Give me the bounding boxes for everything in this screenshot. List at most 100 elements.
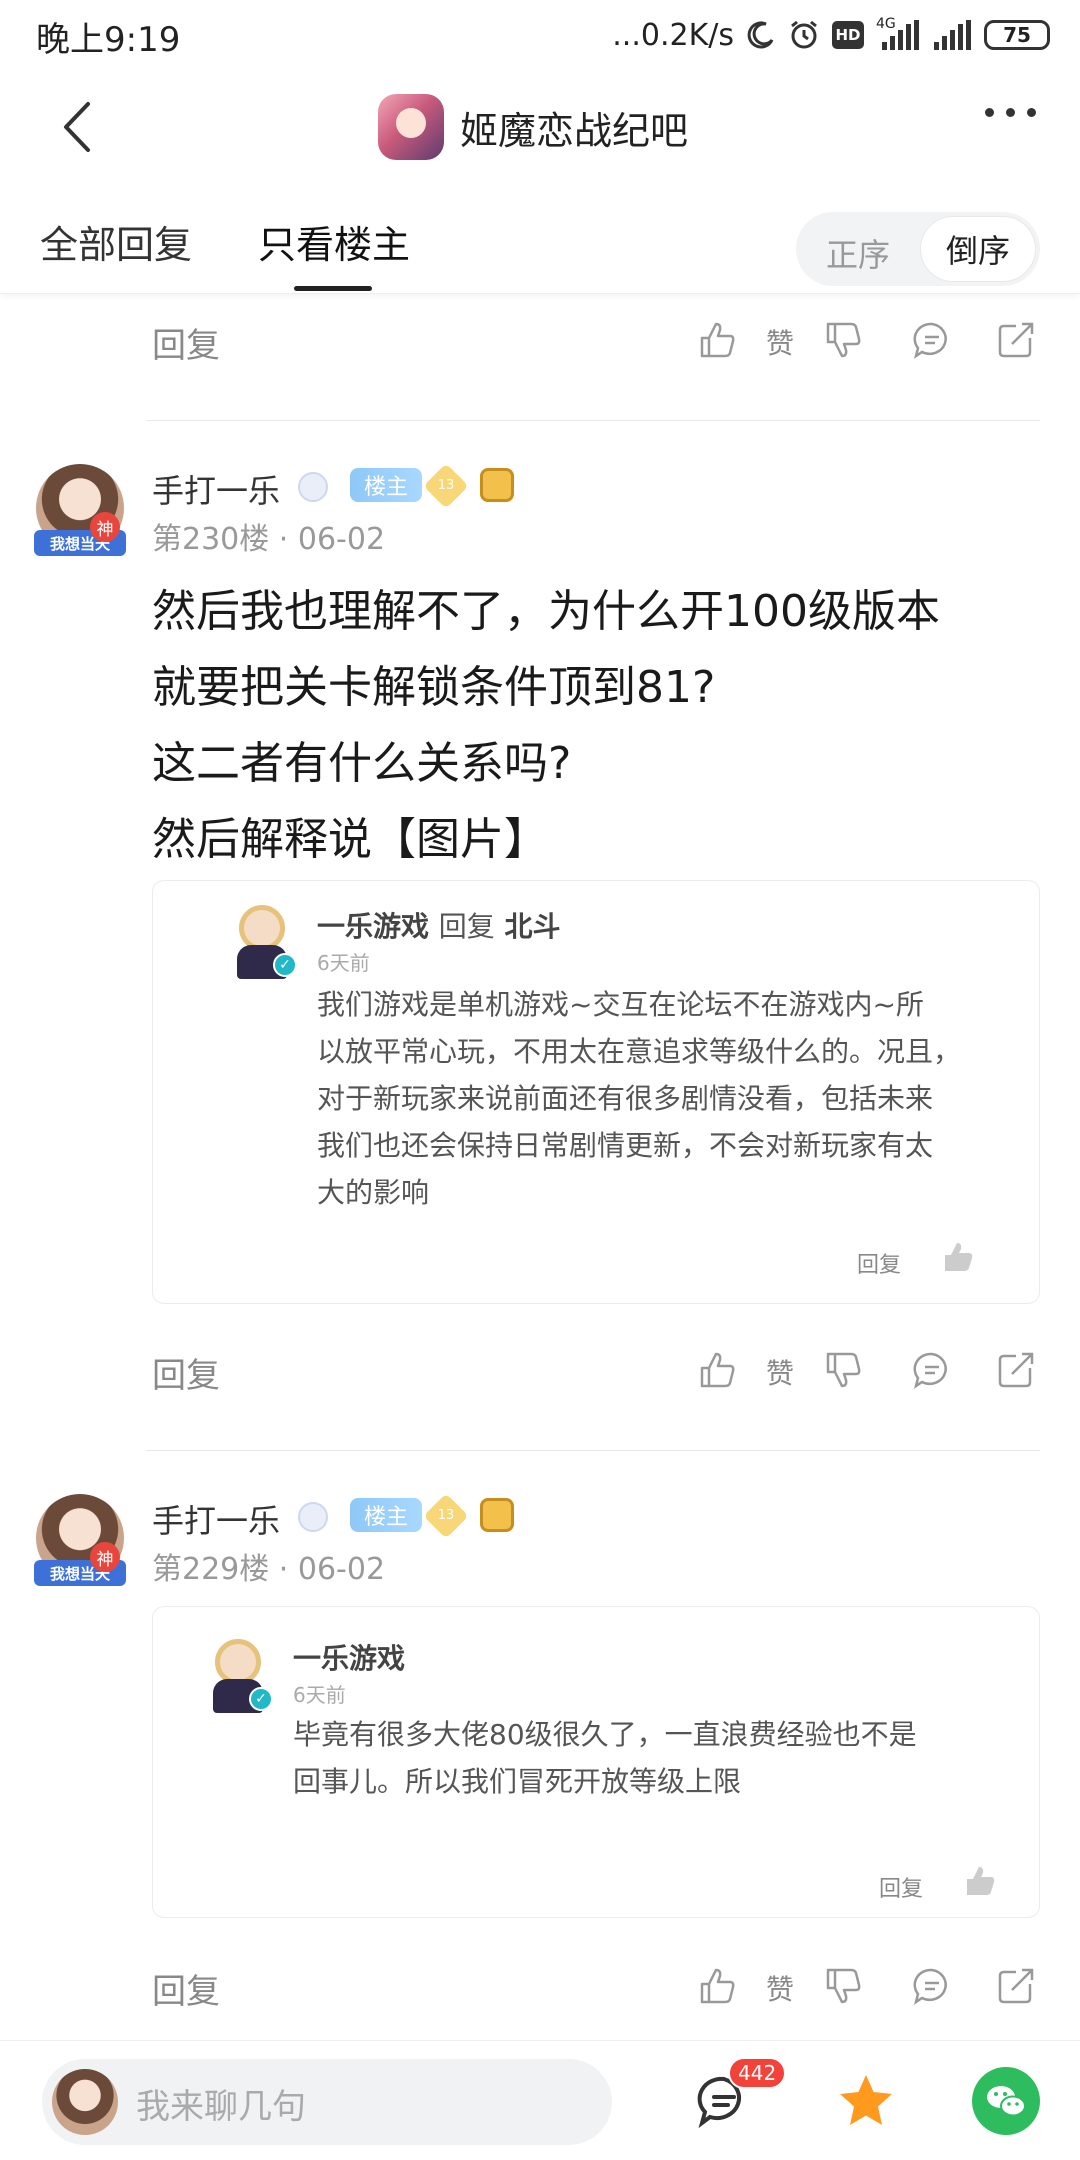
fan-level-icon <box>298 1502 328 1532</box>
tab-all-replies[interactable]: 全部回复 <box>40 214 192 269</box>
battery-icon: 75 <box>984 20 1050 50</box>
separator: · <box>269 522 298 557</box>
comment-input[interactable]: 我来聊几句 <box>42 2059 612 2145</box>
quoted-username: 一乐游戏 <box>293 1637 405 1677</box>
username[interactable]: 手打一乐 <box>152 466 280 512</box>
post-date: 06-02 <box>297 522 386 557</box>
post-line: 然后解释说【图片】 <box>152 814 548 865</box>
quoted-reply-label: 回复 <box>857 1253 902 1278</box>
post-line: 就要把关卡解锁条件顶到81? <box>152 662 716 713</box>
tab-owner-only[interactable]: 只看楼主 <box>258 214 410 269</box>
level-value: 13 <box>437 1508 455 1523</box>
comment-icon[interactable] <box>910 318 954 362</box>
more-options-button[interactable] <box>985 108 1036 117</box>
quoted-reply-image[interactable]: ✓ 一乐游戏 6天前 毕竟有很多大佬80级很久了，一直浪费经验也不是 回事儿。所… <box>152 1606 1040 1918</box>
like-label: 赞 <box>766 327 795 360</box>
quoted-time: 6天前 <box>293 1683 346 1707</box>
like-label: 赞 <box>766 1973 795 2006</box>
reply-target: 北斗 <box>504 910 561 943</box>
forum-title: 姬魔恋战纪吧 <box>460 108 689 153</box>
network-speed: ...0.2K/s <box>612 17 734 53</box>
alarm-icon <box>791 20 817 49</box>
network-label: 4G <box>876 16 896 32</box>
header: 姬魔恋战纪吧 <box>0 70 1080 184</box>
share-icon[interactable] <box>994 318 1038 362</box>
thumbs-up-icon[interactable] <box>696 1964 740 2008</box>
reply-button[interactable]: 回复 <box>152 1964 220 2013</box>
quoted-avatar: ✓ <box>203 1639 273 1713</box>
quoted-line: 对于新玩家来说前面还有很多剧情没看，包括未来 <box>317 1082 934 1115</box>
network-type: 4G <box>876 16 920 50</box>
level-value: 13 <box>437 478 455 493</box>
quoted-avatar: ✓ <box>227 905 297 979</box>
status-icons: ...0.2K/s HD 4G 75 <box>612 12 1050 58</box>
share-icon[interactable] <box>994 1964 1038 2008</box>
separator: · <box>269 1552 298 1587</box>
post-action-row: 回复 赞 <box>0 306 1080 376</box>
post-line: 然后我也理解不了，为什么开100级版本 <box>152 586 940 637</box>
forum-title-link[interactable]: 姬魔恋战纪吧 <box>378 92 688 162</box>
avatar-god-badge: 神 <box>90 512 120 542</box>
quoted-reply-label: 回复 <box>879 1877 924 1902</box>
hd-icon: HD <box>832 21 864 49</box>
quoted-name: 一乐游戏 <box>293 1642 406 1675</box>
thumbs-down-icon[interactable] <box>822 318 866 362</box>
floor-number: 第229楼 <box>152 1552 270 1587</box>
reply-button[interactable]: 回复 <box>152 318 220 367</box>
wechat-share-button[interactable] <box>972 2067 1040 2135</box>
thumbs-up-icon[interactable] <box>696 318 740 362</box>
thumbs-down-icon[interactable] <box>822 1348 866 1392</box>
filter-tabs: 全部回复 只看楼主 正序 倒序 <box>0 184 1080 294</box>
floor-info: 第230楼 · 06-02 <box>152 514 385 558</box>
star-icon[interactable] <box>836 2071 896 2131</box>
moon-icon <box>747 21 774 49</box>
comment-count-badge: 442 <box>728 2057 787 2089</box>
fan-level-icon <box>298 472 328 502</box>
quoted-reply-image[interactable]: ✓ 一乐游戏 回复 北斗 6天前 我们游戏是单机游戏~交互在论坛不在游戏内~所 … <box>152 880 1040 1304</box>
signal-icon-2 <box>934 20 971 50</box>
level-badge: 13 <box>423 463 469 509</box>
quoted-username: 一乐游戏 回复 北斗 <box>317 905 561 945</box>
thumbs-up-icon <box>945 1243 973 1271</box>
verified-icon: ✓ <box>249 1687 273 1711</box>
quoted-line: 毕竟有很多大佬80级很久了，一直浪费经验也不是 <box>293 1718 917 1751</box>
thumbs-up-icon[interactable] <box>696 1348 740 1392</box>
thumbs-down-icon[interactable] <box>822 1964 866 2008</box>
quoted-line: 我们游戏是单机游戏~交互在论坛不在游戏内~所 <box>317 988 924 1021</box>
quoted-line: 以放平常心玩，不用太在意追求等级什么的。况且， <box>317 1035 962 1068</box>
post-divider <box>146 420 1040 421</box>
owner-badge: 楼主 <box>350 468 422 502</box>
comment-icon[interactable] <box>910 1348 954 1392</box>
post-date: 06-02 <box>297 1552 386 1587</box>
avatar-god-badge: 神 <box>90 1542 120 1572</box>
floor-info: 第229楼 · 06-02 <box>152 1544 385 1588</box>
like-label: 赞 <box>766 1357 795 1390</box>
quoted-time: 6天前 <box>317 951 370 975</box>
bottom-bar: 我来聊几句 442 <box>0 2040 1080 2160</box>
reply-button[interactable]: 回复 <box>152 1348 220 1397</box>
quoted-line: 大的影响 <box>317 1176 430 1209</box>
verified-icon: ✓ <box>273 953 297 977</box>
share-icon[interactable] <box>994 1348 1038 1392</box>
dot-icon <box>985 108 994 117</box>
status-bar: 晚上9:19 ...0.2K/s HD 4G 75 <box>0 0 1080 70</box>
post-action-row: 回复 赞 <box>0 1952 1080 2022</box>
reply-word: 回复 <box>438 910 495 943</box>
sort-ascending-button[interactable]: 正序 <box>826 230 890 276</box>
sort-descending-button[interactable]: 倒序 <box>920 216 1036 282</box>
forum-avatar <box>378 94 444 160</box>
quoted-text: 我们游戏是单机游戏~交互在论坛不在游戏内~所 以放平常心玩，不用太在意追求等级什… <box>317 981 997 1216</box>
chevron-left-icon <box>64 102 90 152</box>
my-avatar <box>52 2069 118 2135</box>
owner-badge: 楼主 <box>350 1498 422 1532</box>
thumbs-up-icon <box>967 1867 995 1895</box>
comment-icon[interactable] <box>910 1964 954 2008</box>
username[interactable]: 手打一乐 <box>152 1496 280 1542</box>
status-time: 晚上9:19 <box>36 20 181 60</box>
back-button[interactable] <box>50 92 110 162</box>
quoted-name: 一乐游戏 <box>317 910 430 943</box>
active-tab-indicator <box>294 286 372 291</box>
post-action-row: 回复 赞 <box>0 1336 1080 1406</box>
quoted-line: 回事儿。所以我们冒死开放等级上限 <box>293 1765 742 1798</box>
medal-icon <box>480 468 514 502</box>
